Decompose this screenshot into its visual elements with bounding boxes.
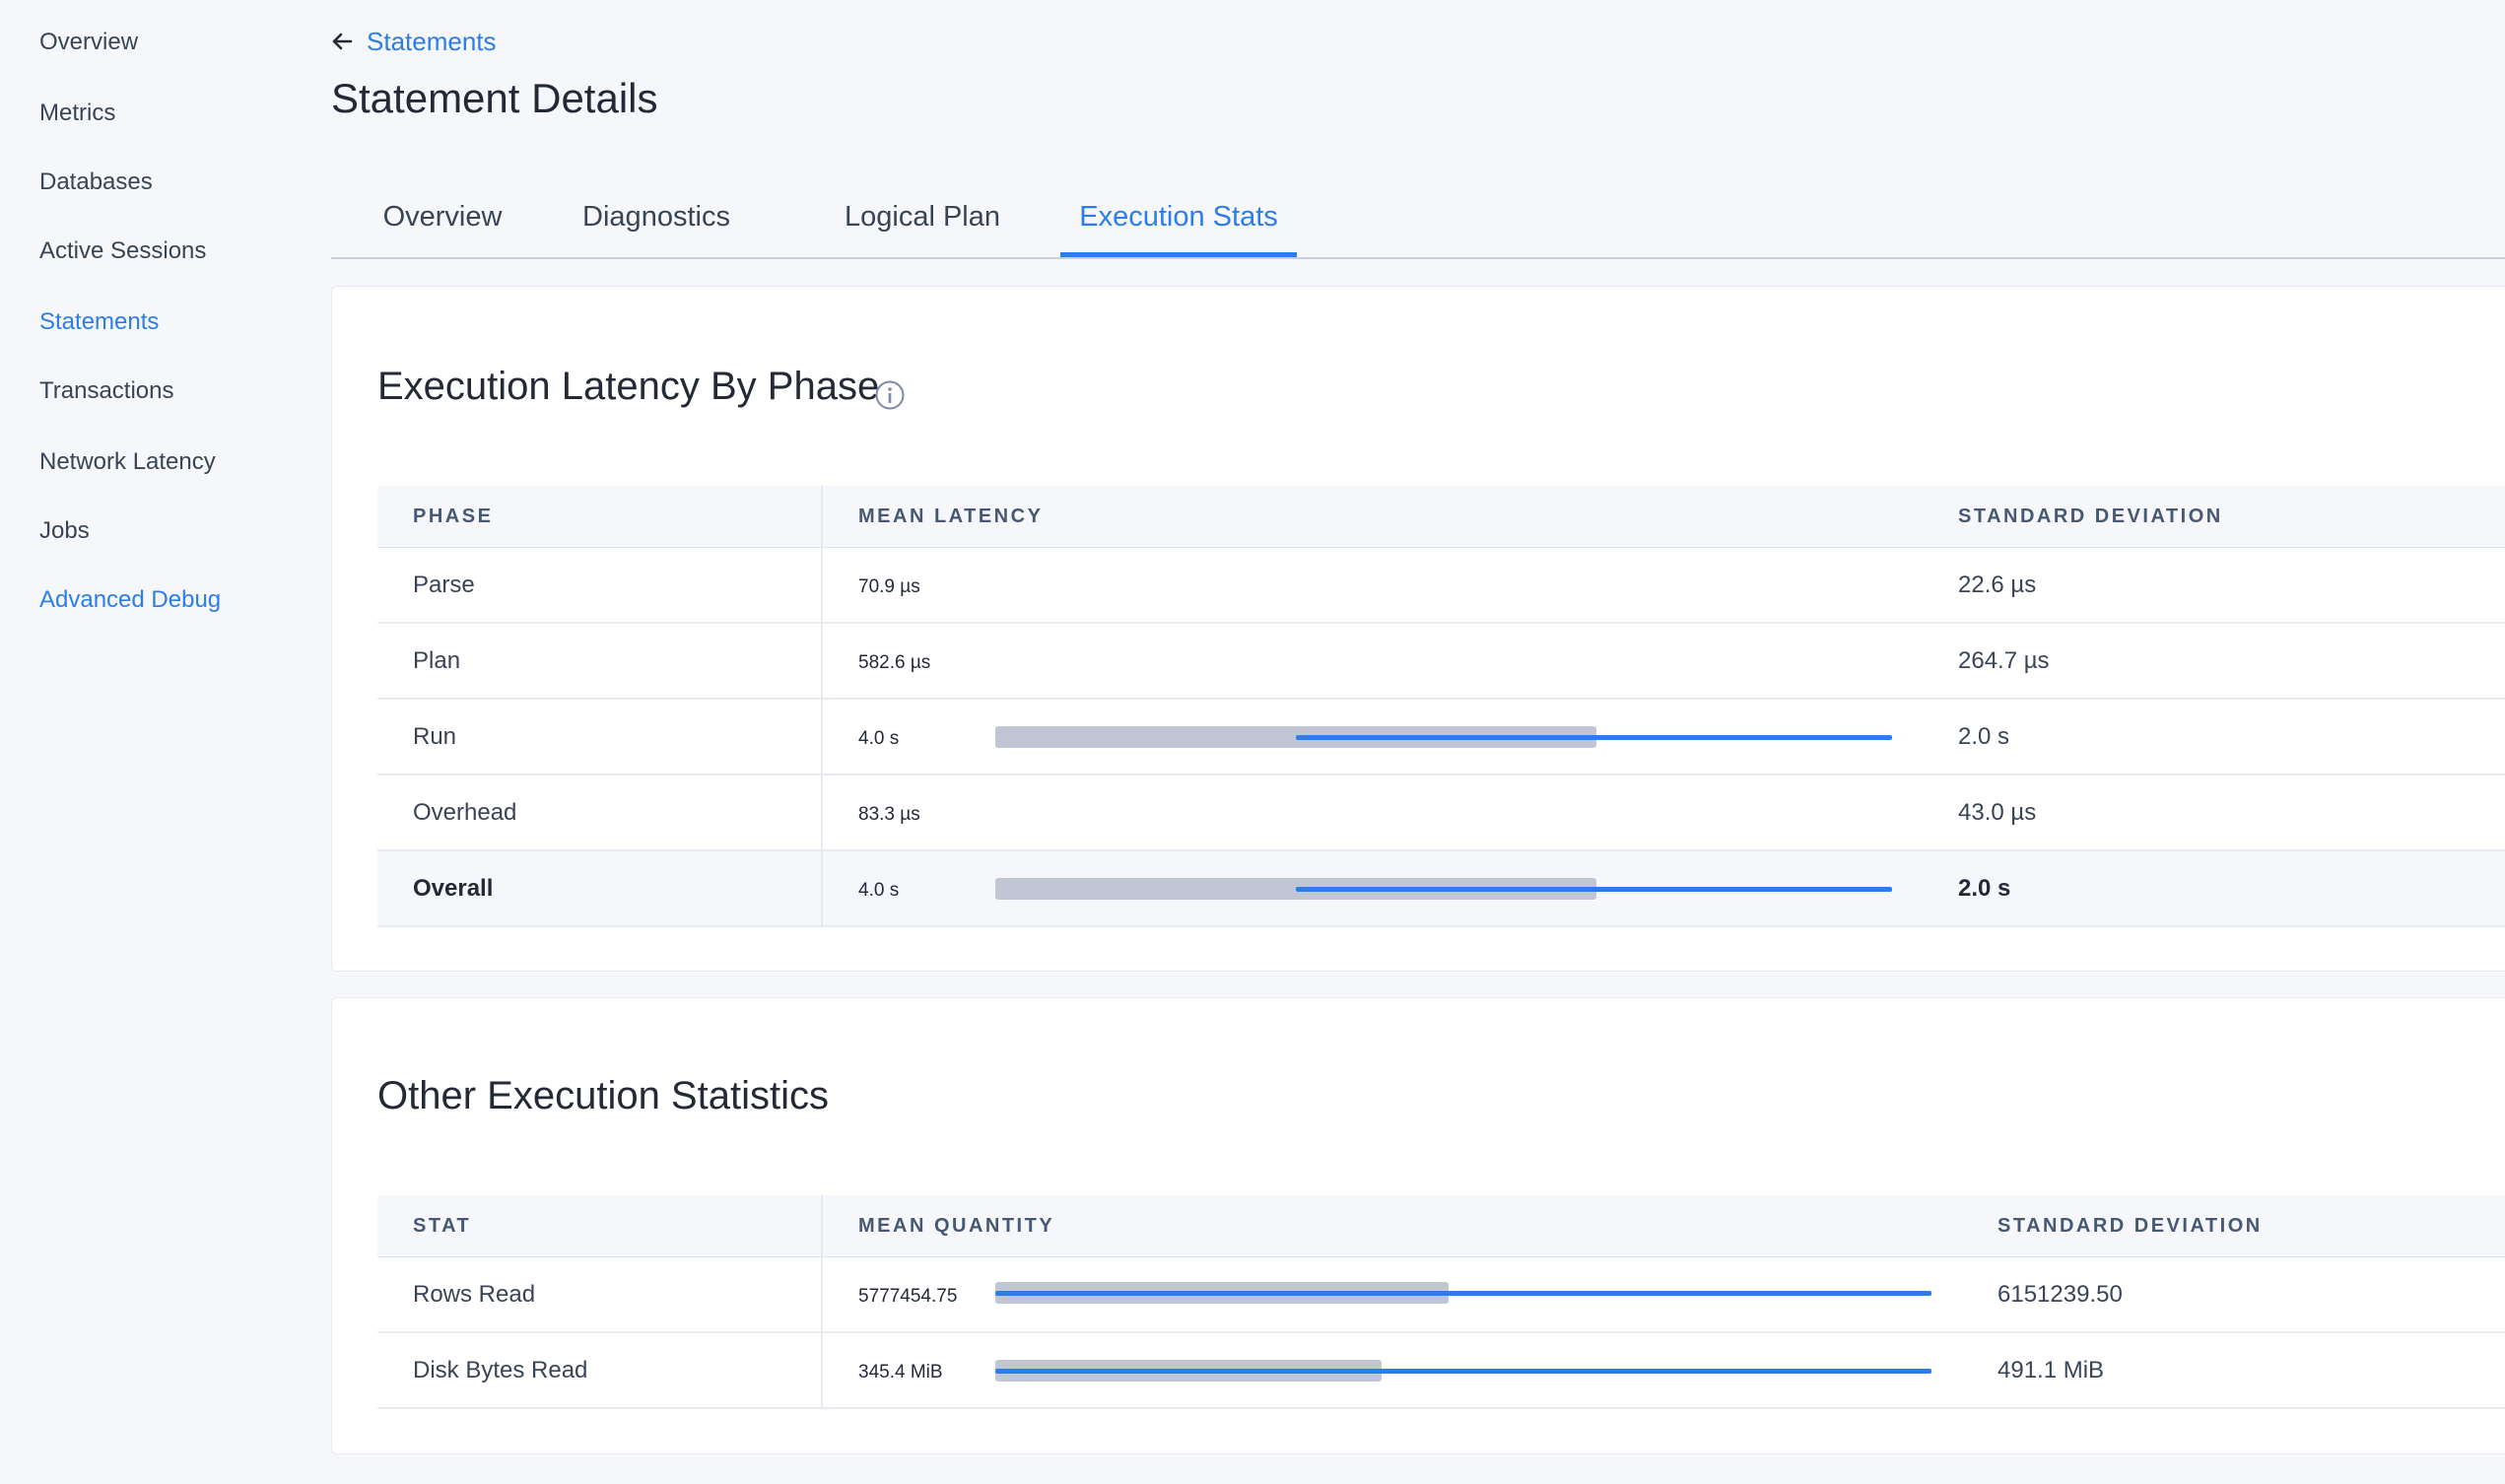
latency-card-title: Execution Latency By Phase	[377, 365, 880, 408]
stddev-bar	[995, 1369, 1931, 1374]
stddev-cell: 2.0 s	[1923, 850, 2505, 927]
stddev-bar	[1296, 886, 1892, 892]
quantity-bar	[995, 1282, 1931, 1304]
column-header-standard-deviation: STANDARD DEVIATION	[1923, 486, 2505, 548]
mean-latency-cell: 582.6 µs	[822, 623, 1923, 700]
phase-cell: Parse	[377, 547, 823, 624]
mean-latency-value: 83.3 µs	[858, 803, 920, 825]
mean-latency-cell: 70.9 µs	[822, 547, 1923, 624]
column-header-standard-deviation: STANDARD DEVIATION	[1962, 1195, 2505, 1257]
mean-quantity-value: 5777454.75	[858, 1285, 958, 1307]
tab-execution-stats[interactable]: Execution Stats	[1060, 187, 1297, 257]
tab-diagnostics[interactable]: Diagnostics	[577, 187, 735, 257]
stddev-bar	[995, 1291, 1931, 1296]
breadcrumb-label: Statements	[367, 27, 497, 56]
tab-overview[interactable]: Overview	[359, 187, 526, 257]
info-icon[interactable]	[874, 379, 906, 411]
table-header-row: PHASE MEAN LATENCY STANDARD DEVIATION	[377, 486, 2505, 548]
sidebar-item-databases[interactable]: Databases	[39, 168, 153, 197]
other-stats-card: Other Execution Statistics STAT MEAN QUA…	[331, 997, 2505, 1454]
column-header-mean-latency: MEAN LATENCY	[822, 486, 1923, 548]
stat-cell: Disk Bytes Read	[377, 1332, 823, 1409]
other-stats-card-title: Other Execution Statistics	[377, 1074, 829, 1117]
stat-cell: Rows Read	[377, 1256, 823, 1333]
mean-latency-value: 70.9 µs	[858, 575, 920, 597]
sidebar-item-network-latency[interactable]: Network Latency	[39, 447, 216, 477]
mean-latency-cell: 4.0 s	[822, 699, 1923, 776]
sidebar-item-advanced-debug[interactable]: Advanced Debug	[39, 585, 221, 615]
table-row: Overhead 83.3 µs 43.0 µs	[377, 775, 2505, 851]
mean-latency-cell: 83.3 µs	[822, 775, 1923, 851]
phase-cell: Overhead	[377, 775, 823, 851]
mean-quantity-cell: 345.4 MiB	[822, 1332, 1962, 1409]
tab-logical-plan[interactable]: Logical Plan	[834, 187, 1011, 257]
stddev-cell: 43.0 µs	[1923, 775, 2505, 851]
mean-latency-value: 4.0 s	[858, 727, 900, 749]
breadcrumb-back-link[interactable]: Statements	[331, 27, 497, 56]
stddev-bar	[1296, 734, 1892, 740]
sidebar-item-transactions[interactable]: Transactions	[39, 376, 174, 406]
arrow-left-icon	[332, 33, 353, 50]
phase-cell: Overall	[377, 850, 823, 927]
stddev-cell: 6151239.50	[1962, 1256, 2505, 1333]
table-row: Disk Bytes Read 345.4 MiB 491.1 MiB	[377, 1332, 2505, 1409]
other-stats-table: STAT MEAN QUANTITY STANDARD DEVIATION Ro…	[377, 1195, 2505, 1409]
quantity-bar	[995, 1360, 1931, 1382]
table-row: Rows Read 5777454.75 6151239.50	[377, 1256, 2505, 1333]
mean-latency-value: 4.0 s	[858, 879, 900, 901]
table-row-overall: Overall 4.0 s 2.0 s	[377, 850, 2505, 927]
sidebar-item-statements[interactable]: Statements	[39, 307, 159, 337]
column-header-stat: STAT	[377, 1195, 823, 1257]
mean-quantity-cell: 5777454.75	[822, 1256, 1962, 1333]
stddev-cell: 491.1 MiB	[1962, 1332, 2505, 1409]
stddev-cell: 264.7 µs	[1923, 623, 2505, 700]
sidebar: Overview Metrics Databases Active Sessio…	[0, 0, 296, 1484]
mean-quantity-value: 345.4 MiB	[858, 1361, 943, 1383]
phase-cell: Run	[377, 699, 823, 776]
phase-cell: Plan	[377, 623, 823, 700]
table-row: Plan 582.6 µs 264.7 µs	[377, 623, 2505, 700]
sidebar-item-active-sessions[interactable]: Active Sessions	[39, 236, 206, 266]
mean-latency-value: 582.6 µs	[858, 651, 931, 673]
column-header-phase: PHASE	[377, 486, 823, 548]
sidebar-item-overview[interactable]: Overview	[39, 28, 138, 57]
mean-latency-cell: 4.0 s	[822, 850, 1923, 927]
table-row: Run 4.0 s 2.0 s	[377, 699, 2505, 776]
sidebar-item-jobs[interactable]: Jobs	[39, 516, 90, 546]
stddev-cell: 2.0 s	[1923, 699, 2505, 776]
latency-bar	[995, 877, 1892, 900]
latency-bar	[995, 725, 1892, 748]
table-row: Parse 70.9 µs 22.6 µs	[377, 547, 2505, 624]
page-title: Statement Details	[331, 75, 658, 121]
tab-bar: Overview Diagnostics Logical Plan Execut…	[331, 187, 2505, 259]
latency-table: PHASE MEAN LATENCY STANDARD DEVIATION Pa…	[377, 486, 2505, 927]
stddev-cell: 22.6 µs	[1923, 547, 2505, 624]
column-header-mean-quantity: MEAN QUANTITY	[822, 1195, 1962, 1257]
table-header-row: STAT MEAN QUANTITY STANDARD DEVIATION	[377, 1195, 2505, 1257]
latency-card: Execution Latency By Phase PHASE MEAN LA…	[331, 286, 2505, 972]
sidebar-item-metrics[interactable]: Metrics	[39, 99, 115, 128]
